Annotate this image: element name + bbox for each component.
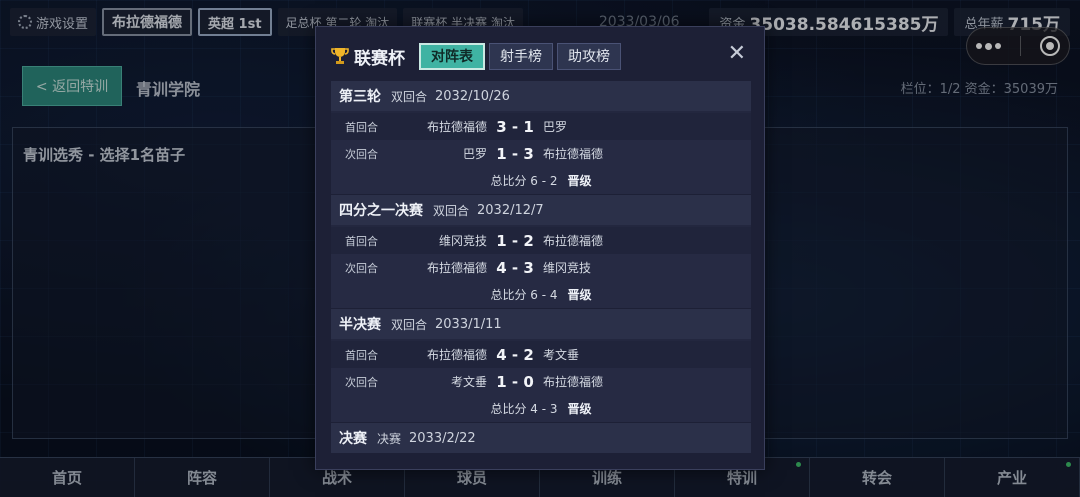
away-team: 布拉德福德: [543, 147, 604, 161]
round-block: 第三轮 双回合 2032/10/26 首回合 布拉德福德 3 - 1 巴罗 次回…: [331, 81, 751, 194]
round-header: 决赛 决赛 2033/2/22: [331, 423, 751, 453]
advance-result: 晋级: [567, 402, 592, 416]
away-team: 布拉德福德: [543, 375, 604, 389]
modal-header: 联赛杯 对阵表 射手榜 助攻榜 ✕: [330, 41, 750, 71]
match-score: 4 - 2: [496, 345, 534, 364]
aggregate-score: 总比分 4 - 3: [490, 402, 558, 416]
fixtures-list: 第三轮 双回合 2032/10/26 首回合 布拉德福德 3 - 1 巴罗 次回…: [331, 81, 751, 467]
home-team: 布拉德福德: [426, 348, 487, 362]
home-team: 考文垂: [450, 375, 487, 389]
aggregate-score: 总比分 6 - 2: [490, 174, 558, 188]
trophy-icon: [331, 48, 349, 64]
league-cup-modal: 联赛杯 对阵表 射手榜 助攻榜 ✕ 第三轮 双回合 2032/10/26 首回合…: [315, 26, 765, 470]
round-name: 半决赛: [339, 317, 381, 333]
home-team: 维冈竞技: [438, 234, 487, 248]
leg-label: 首回合: [345, 348, 378, 362]
away-team: 维冈竞技: [543, 261, 592, 275]
advance-result: 晋级: [567, 288, 592, 302]
leg-label: 次回合: [345, 147, 378, 161]
round-date: 2033/1/11: [435, 316, 502, 332]
round-name: 决赛: [339, 431, 367, 447]
home-team: 巴罗: [462, 147, 487, 161]
round-header: 半决赛 双回合 2033/1/11: [331, 309, 751, 339]
round-type: 双回合: [433, 203, 470, 218]
round-header: 第三轮 双回合 2032/10/26: [331, 81, 751, 111]
match-row: 次回合 巴罗 1 - 3 布拉德福德: [331, 140, 751, 167]
match-score: 1 - 0: [496, 372, 534, 391]
leg-label: 次回合: [345, 261, 378, 275]
aggregate-row: 总比分 6 - 2 晋级: [331, 167, 751, 194]
tab-fixtures[interactable]: 对阵表: [419, 42, 485, 70]
round-date: 2032/10/26: [435, 88, 510, 104]
modal-title: 联赛杯: [354, 48, 405, 69]
match-row: 首回合 布拉德福德 4 - 2 考文垂: [331, 341, 751, 368]
home-team: 布拉德福德: [426, 261, 487, 275]
round-name: 四分之一决赛: [339, 203, 423, 219]
away-team: 布拉德福德: [543, 234, 604, 248]
match-score: 1 - 2: [496, 231, 534, 250]
round-type: 双回合: [391, 89, 428, 104]
round-block: 四分之一决赛 双回合 2032/12/7 首回合 维冈竞技 1 - 2 布拉德福…: [331, 195, 751, 308]
round-block: 半决赛 双回合 2033/1/11 首回合 布拉德福德 4 - 2 考文垂 次回…: [331, 309, 751, 422]
leg-label: 次回合: [345, 375, 378, 389]
aggregate-row: 总比分 4 - 3 晋级: [331, 395, 751, 422]
leg-label: 首回合: [345, 234, 378, 248]
match-row: 次回合 考文垂 1 - 0 布拉德福德: [331, 368, 751, 395]
away-team: 巴罗: [543, 120, 568, 134]
round-block: 决赛 决赛 2033/2/22: [331, 423, 751, 453]
tab-top-assists[interactable]: 助攻榜: [557, 42, 621, 70]
round-header: 四分之一决赛 双回合 2032/12/7: [331, 195, 751, 225]
match-row: 首回合 维冈竞技 1 - 2 布拉德福德: [331, 227, 751, 254]
round-date: 2032/12/7: [477, 202, 544, 218]
round-date: 2033/2/22: [409, 430, 476, 446]
match-score: 3 - 1: [496, 117, 534, 136]
match-score: 1 - 3: [496, 144, 534, 163]
round-name: 第三轮: [339, 89, 381, 105]
advance-result: 晋级: [567, 174, 592, 188]
match-row: 次回合 布拉德福德 4 - 3 维冈竞技: [331, 254, 751, 281]
home-team: 布拉德福德: [426, 120, 487, 134]
match-score: 4 - 3: [496, 258, 534, 277]
match-row: 首回合 布拉德福德 3 - 1 巴罗: [331, 113, 751, 140]
close-icon[interactable]: ✕: [728, 43, 746, 65]
leg-label: 首回合: [345, 120, 378, 134]
round-type: 双回合: [391, 317, 428, 332]
aggregate-row: 总比分 6 - 4 晋级: [331, 281, 751, 308]
aggregate-score: 总比分 6 - 4: [490, 288, 558, 302]
tab-top-scorers[interactable]: 射手榜: [489, 42, 553, 70]
away-team: 考文垂: [543, 348, 580, 362]
round-type: 决赛: [377, 431, 402, 446]
